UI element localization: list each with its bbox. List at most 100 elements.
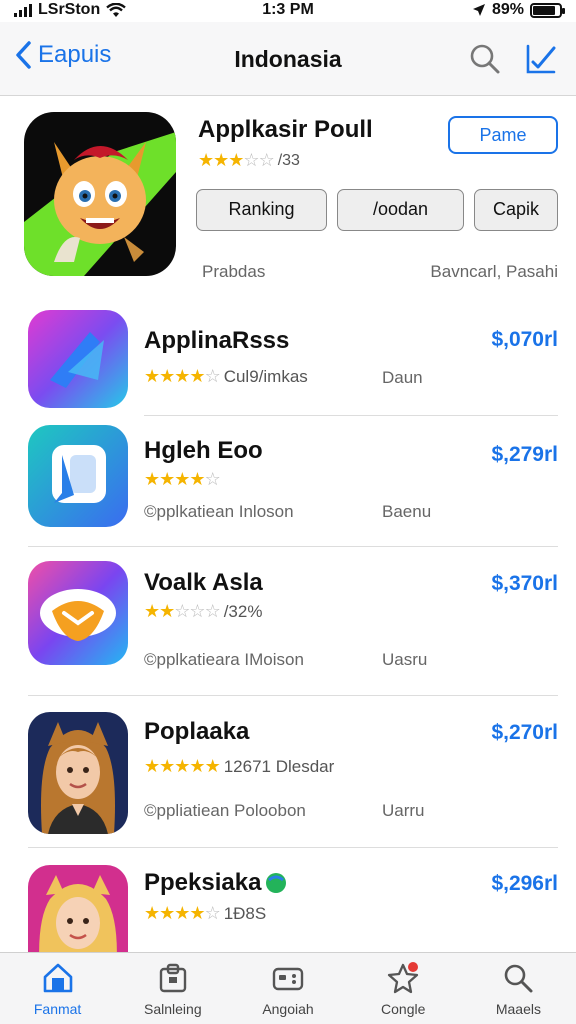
app-subtitle: ©ppliatiean Poloobon [144,801,306,820]
chat-bubble-icon [28,425,128,527]
tab-label: Angoiah [262,1001,314,1017]
chip-third[interactable]: Capik [474,189,558,231]
app-name: Voalk Asla [144,569,263,596]
app-name: Hgleh Eoo [144,437,263,464]
star-rating: ★ ★ ★ ★ ★ [144,756,221,777]
featured-app-icon[interactable] [24,112,176,276]
list-item[interactable]: Voalk Asla ★ ★ ☆ ☆ ☆ /32% ©pplkatieara IMois… [0,561,576,701]
star-icon: ☆ [189,601,205,621]
star-icon: ★ [189,366,205,386]
divider [28,847,558,848]
list-item[interactable]: Ppeksiaka ★ ★ ★ ★ ☆ 1Ð8S $,296rl [0,863,576,952]
star-icon: ☆ [258,150,275,170]
star-icon: ★ [198,150,214,170]
app-subtitle: ©pplkatiean Inloson [144,502,294,521]
tab-games[interactable]: Angoiah [230,953,345,1024]
cartoon-mascot-icon [24,112,176,276]
search-icon [470,44,500,74]
featured-rating: ★ ★ ★ ☆ ☆ /33 [198,150,300,171]
app-rating: ★ ★ ★ ★ ★ 12671 Dlesdar [144,756,334,777]
tab-store[interactable]: Salnleing [115,953,230,1024]
navigation-bar: Eapuis Indonasia [0,22,576,96]
star-rating: ★ ★ ★ ★ ☆ [144,903,221,924]
star-icon: ★ [189,469,205,489]
featured-app-name: Applkasir Poull [198,116,373,143]
portrait-girl-icon [28,865,128,952]
tab-label: Maaels [495,1001,541,1017]
star-icon: ☆ [243,150,259,170]
app-price[interactable]: $,296rl [491,872,558,896]
star-icon: ★ [159,903,175,923]
app-price[interactable]: $,070rl [491,328,558,352]
app-name: Poplaaka [144,718,250,745]
app-rating: ★ ★ ★ ★ ☆ [144,469,224,490]
battery-percent: 89% [491,1,524,18]
tab-home[interactable]: Fanmat [0,953,115,1024]
list-item[interactable]: Hgleh Eoo ★ ★ ★ ★ ☆ ©pplkatiean Inloson Baen… [0,425,576,565]
star-rating: ★ ★ ★ ☆ ☆ [198,150,275,171]
star-icon: ☆ [174,601,190,621]
star-icon: ★ [144,756,160,776]
star-icon: ★ [189,903,205,923]
star-rating: ★ ★ ★ ★ ☆ [144,366,221,387]
featured-developer: Bavncarl, Pasahi [430,262,558,281]
star-icon: ☆ [204,903,221,923]
star-icon: ☆ [204,366,221,386]
gamepad-icon [272,967,304,991]
rating-text: /33 [277,151,300,169]
message-heart-icon [28,561,128,665]
tab-label: Fanmat [33,1001,82,1017]
tab-label: Salnleing [144,1001,202,1017]
rating-text: 12671 Dlesdar [223,756,335,776]
search-button[interactable] [468,42,502,76]
chip-ranking[interactable]: Ranking [196,189,327,231]
search-icon [505,964,533,993]
featured-category: Prabdas [202,262,266,281]
verified-badge-icon [266,873,287,893]
star-icon: ★ [213,150,229,170]
app-price[interactable]: $,270rl [491,721,558,745]
star-badge-icon [388,962,419,994]
list-item[interactable]: ApplinaRsss ★ ★ ★ ★ ☆ Cul9/imkas Daun $,070r… [0,300,576,440]
chip-second[interactable]: /oodan [337,189,464,231]
app-tag: Uasru [382,650,428,669]
app-rating: ★ ★ ★ ★ ☆ Cul9/imkas [144,366,308,387]
clock: 1:3 PM [262,1,314,18]
arrow-logo-icon [28,310,128,408]
store-icon [159,963,186,993]
location-icon [472,4,485,16]
rating-text: /32% [223,601,263,621]
star-icon: ★ [159,469,175,489]
app-price[interactable]: $,370rl [491,572,558,596]
divider [28,546,558,547]
edit-button[interactable] [524,42,558,76]
star-icon: ☆ [204,601,221,621]
tab-search[interactable]: Maaels [461,953,576,1024]
app-icon [28,310,128,408]
star-icon: ★ [144,469,160,489]
star-icon: ★ [189,756,205,776]
star-icon: ★ [228,150,244,170]
divider [28,695,558,696]
list-item[interactable]: Poplaaka ★ ★ ★ ★ ★ 12671 Dlesdar ©ppliatiean… [0,710,576,850]
tab-updates[interactable]: Congle [346,953,461,1024]
app-icon [28,712,128,834]
app-tag: Uarru [382,801,425,820]
app-name: Ppeksiaka [144,869,262,896]
app-icon [28,425,128,527]
star-icon: ★ [174,366,190,386]
star-icon: ★ [159,366,175,386]
app-icon [28,865,128,952]
app-subtitle: ©pplkatieara IMoison [144,650,304,669]
star-icon: ★ [144,903,160,923]
get-button[interactable]: Pame [448,116,558,154]
star-icon: ★ [204,756,221,776]
featured-app: Applkasir Poull ★ ★ ★ ☆ ☆ /33 Pame Ranking /… [0,96,576,292]
star-icon: ★ [174,903,190,923]
star-rating: ★ ★ ☆ ☆ ☆ [144,601,221,622]
app-price[interactable]: $,279rl [491,443,558,467]
divider [144,415,558,416]
status-bar: LSrSton 1:3 PM 89% [0,0,576,22]
star-icon: ☆ [204,469,221,489]
edit-check-icon [526,44,556,74]
